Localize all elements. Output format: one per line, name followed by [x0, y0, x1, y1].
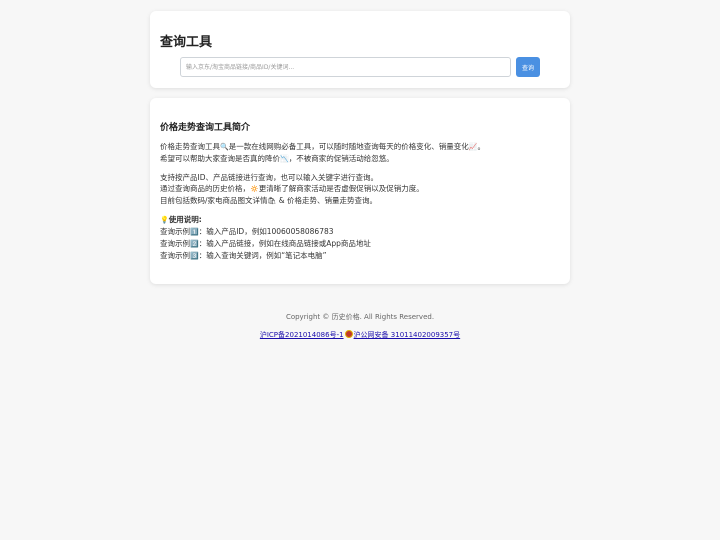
keycap-3-icon: 3️⃣	[190, 252, 199, 260]
police-badge-icon	[344, 330, 353, 338]
intro-body: 价格走势查询工具🔍是一款在线网购必备工具，可以随时随地查询每天的价格变化、销量变…	[160, 141, 560, 269]
intro-line: 希望可以帮助大家查询是否真的降价📉，不被商家的促销活动给忽悠。	[160, 153, 560, 165]
intro-text: 目前包括数码/家电商品图文详情	[160, 196, 268, 205]
intro-text: 更清晰了解商家活动是否虚假促销以及促销力度。	[258, 184, 424, 193]
intro-text: 。	[477, 142, 485, 151]
intro-line: 价格走势查询工具🔍是一款在线网购必备工具，可以随时随地查询每天的价格变化、销量变…	[160, 141, 560, 153]
page-title: 查询工具	[160, 35, 213, 50]
usage-title: 使用说明:	[168, 215, 202, 224]
usage-section: 💡使用说明: 查询示例1️⃣：输入产品ID，例如10060058086783 查…	[160, 214, 560, 262]
intro-line: 目前包括数码/家电商品图文详情🛍 & 价格走势、销量走势查询。	[160, 195, 560, 207]
intro-paragraph-1: 价格走势查询工具🔍是一款在线网购必备工具，可以随时随地查询每天的价格变化、销量变…	[160, 141, 560, 165]
usage-example-1: 查询示例1️⃣：输入产品ID，例如10060058086783	[160, 226, 560, 238]
intro-text: 是一款在线网购必备工具，可以随时随地查询每天的价格变化、销量变化	[228, 142, 469, 151]
brightness-icon: 🔅	[250, 185, 259, 193]
police-link[interactable]: 沪公网安备 31011402009357号	[354, 331, 461, 339]
intro-line: 通过查询商品的历史价格，🔅更清晰了解商家活动是否虚假促销以及促销力度。	[160, 183, 560, 195]
intro-title: 价格走势查询工具简介	[160, 123, 251, 133]
lightbulb-icon: 💡	[160, 216, 169, 224]
usage-example-3: 查询示例3️⃣：输入查询关键词，例如“笔记本电脑”	[160, 250, 560, 262]
intro-text: 价格走势查询工具	[160, 142, 220, 151]
intro-text: ，不被商家的促销活动给忽悠。	[288, 154, 394, 163]
intro-paragraph-2: 支持按产品ID、产品链接进行查询，也可以输入关键字进行查询。 通过查询商品的历史…	[160, 172, 560, 207]
search-bar: 查询	[180, 57, 540, 77]
keycap-2-icon: 2️⃣	[190, 240, 199, 248]
search-input[interactable]	[180, 57, 511, 77]
usage-example-2: 查询示例2️⃣：输入产品链接，例如在线商品链接或App商品地址	[160, 238, 560, 250]
keycap-1-icon: 1️⃣	[190, 228, 199, 236]
example-text: ：输入查询关键词，例如“笔记本电脑”	[198, 251, 327, 260]
search-button[interactable]: 查询	[516, 57, 540, 77]
footer-links: 沪ICP备2021014086号-1 沪公网安备 31011402009357号	[0, 330, 720, 340]
example-prefix: 查询示例	[160, 239, 190, 248]
intro-card: 价格走势查询工具简介 价格走势查询工具🔍是一款在线网购必备工具，可以随时随地查询…	[150, 98, 570, 284]
example-prefix: 查询示例	[160, 227, 190, 236]
example-text: ：输入产品ID，例如10060058086783	[198, 227, 334, 236]
intro-text: 通过查询商品的历史价格，	[160, 184, 250, 193]
icp-link[interactable]: 沪ICP备2021014086号-1	[260, 331, 344, 339]
footer-copyright: Copyright © 历史价格. All Rights Reserved.	[285, 313, 435, 321]
magnifier-icon: 🔍	[220, 143, 229, 151]
usage-heading: 💡使用说明:	[160, 214, 560, 226]
intro-text: & 价格走势、销量走势查询。	[276, 196, 378, 205]
chart-down-icon: 📉	[280, 155, 289, 163]
intro-text: 希望可以帮助大家查询是否真的降价	[160, 154, 280, 163]
example-prefix: 查询示例	[160, 251, 190, 260]
search-card: 查询工具 查询	[150, 11, 570, 88]
intro-line: 支持按产品ID、产品链接进行查询，也可以输入关键字进行查询。	[160, 173, 378, 182]
example-text: ：输入产品链接，例如在线商品链接或App商品地址	[198, 239, 371, 248]
